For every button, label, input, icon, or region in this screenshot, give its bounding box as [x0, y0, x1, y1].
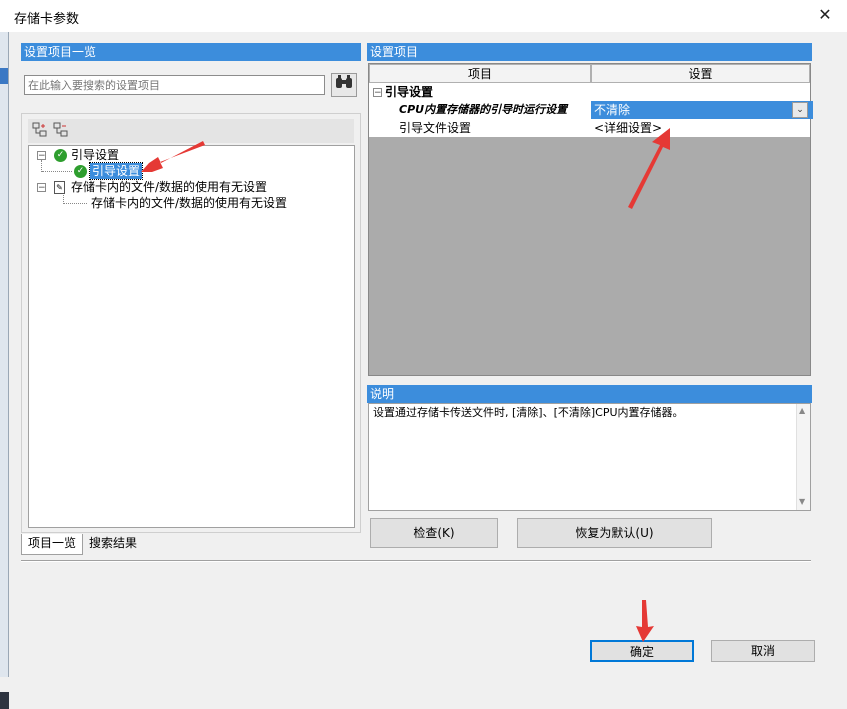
settings-list-header: 设置项目一览 [21, 43, 361, 61]
settings-tree: − ✓ 引导设置 ✓ 引导设置 − ✎ 存储卡内的文件/数据的使用有无设置 存储… [28, 145, 355, 528]
row-item-label: CPU内置存储器的引导时运行设置 [399, 103, 568, 116]
table-row[interactable]: 引导文件设置 <详细设置> [369, 119, 810, 137]
setting-select[interactable]: 不清除 [591, 101, 813, 119]
ok-button[interactable]: 确定 [590, 640, 694, 662]
window-title: 存储卡参数 [14, 12, 80, 27]
tree-item-boot-settings-child[interactable]: 引导设置 [88, 162, 144, 180]
settings-grid: 项目 设置 − 引导设置 CPU内置存储器的引导时运行设置 不清除 ⌄ 引导文件… [368, 63, 813, 376]
collapse-toggle-icon[interactable]: − [37, 151, 46, 161]
column-header-setting: 设置 [591, 64, 810, 83]
background-app-edge [0, 32, 9, 709]
group-label: 引导设置 [385, 85, 434, 99]
setting-select-value: 不清除 [594, 103, 631, 117]
group-row: − 引导设置 [369, 83, 810, 101]
restore-default-button[interactable]: 恢复为默认(U) [517, 518, 712, 548]
tab-item-list[interactable]: 项目一览 [21, 534, 84, 555]
title-bar [0, 0, 847, 32]
row-item-label: 引导文件设置 [399, 121, 472, 135]
check-icon: ✓ [54, 149, 67, 162]
chevron-down-icon[interactable]: ⌄ [792, 102, 808, 118]
collapse-toggle-icon[interactable]: − [373, 88, 382, 98]
annotation-arrow [636, 600, 654, 642]
description-text: 设置通过存储卡传送文件时, [清除]、[不清除]CPU内置存储器。 [368, 403, 811, 511]
scroll-down-icon[interactable]: ▼ [799, 497, 805, 506]
tab-search-results[interactable]: 搜索结果 [83, 534, 143, 554]
scroll-up-icon[interactable]: ▲ [799, 406, 805, 415]
search-input[interactable] [24, 75, 325, 95]
column-header-item: 项目 [369, 64, 591, 83]
collapse-all-icon[interactable] [52, 122, 70, 140]
settings-items-header: 设置项目 [367, 43, 812, 61]
cancel-button[interactable]: 取消 [711, 640, 815, 662]
binoculars-icon[interactable] [331, 73, 357, 97]
check-icon: ✓ [74, 165, 87, 178]
tree-item-card-file-usage-child[interactable]: 存储卡内的文件/数据的使用有无设置 [91, 195, 287, 211]
description-header: 说明 [367, 385, 812, 403]
collapse-toggle-icon[interactable]: − [37, 183, 46, 193]
detail-settings-link[interactable]: <详细设置> [594, 119, 808, 137]
close-icon[interactable]: ✕ [812, 3, 838, 27]
table-row[interactable]: CPU内置存储器的引导时运行设置 不清除 ⌄ [369, 101, 813, 119]
divider [21, 560, 811, 562]
tree-item-boot-settings[interactable]: 引导设置 [71, 147, 119, 163]
tree-item-card-file-usage[interactable]: 存储卡内的文件/数据的使用有无设置 [71, 179, 267, 195]
expand-all-icon[interactable] [31, 122, 49, 140]
left-panel-tabs: 项目一览 搜索结果 [21, 534, 361, 555]
check-button[interactable]: 检查(K) [370, 518, 498, 548]
tree-toolbar [28, 119, 354, 143]
document-icon: ✎ [54, 181, 65, 194]
description-scrollbar[interactable]: ▲ ▼ [796, 404, 810, 510]
